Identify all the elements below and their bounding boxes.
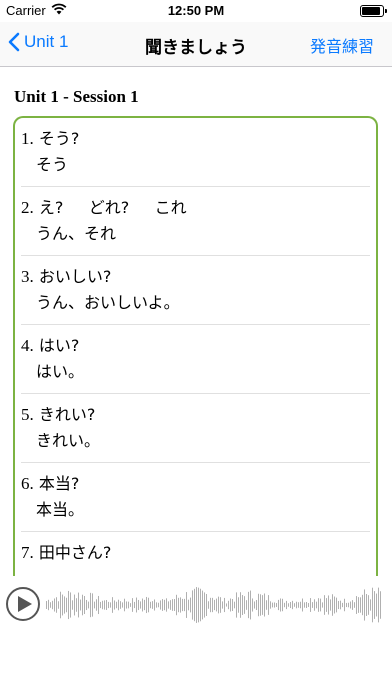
list-item[interactable]: 5. きれい? きれい。	[21, 394, 370, 463]
answer-text: きれい。	[36, 431, 101, 450]
answer-text: はい。	[36, 362, 85, 381]
status-time: 12:50 PM	[167, 3, 225, 18]
back-button[interactable]: Unit 1	[8, 32, 68, 52]
list-item[interactable]: 7. 田中さん?	[21, 532, 370, 576]
item-number: 6.	[21, 474, 34, 493]
play-button[interactable]	[6, 587, 40, 621]
question-text: 7. 田中さん?	[21, 539, 111, 563]
question-phrase: 本当?	[33, 474, 80, 493]
list-item[interactable]: 2. え? どれ? これ うん、それ	[21, 187, 370, 256]
question-text: 4. はい?	[21, 332, 79, 356]
status-bar: Carrier 12:50 PM	[0, 0, 392, 22]
question-phrase: はい?	[33, 336, 80, 355]
list-item[interactable]: 6. 本当? 本当。	[21, 463, 370, 532]
navigation-bar: Unit 1 聞きましょう 発音練習	[0, 22, 392, 67]
answer-text: そう	[36, 155, 69, 174]
question-phrase: おいしい?	[33, 267, 112, 286]
phrase-list[interactable]: 1. そう? そう 2. え? どれ? これ うん、それ 3. おいしい? うん、おいしい…	[13, 116, 378, 576]
back-button-label: Unit 1	[24, 32, 69, 51]
item-number: 4.	[21, 336, 34, 355]
question-phrase: きれい?	[33, 405, 96, 424]
play-icon	[18, 596, 32, 612]
battery-fill	[362, 7, 380, 15]
chevron-left-icon	[8, 32, 20, 52]
item-number: 2.	[21, 198, 34, 217]
question-text: 2. え? どれ? これ	[21, 194, 187, 218]
pronunciation-practice-button[interactable]: 発音練習	[310, 33, 374, 57]
list-item[interactable]: 4. はい? はい。	[21, 325, 370, 394]
page-title: 聞きましょう	[145, 38, 247, 58]
item-number: 3.	[21, 267, 34, 286]
battery-icon	[360, 5, 387, 17]
answer-text: うん、おいしいよ。	[36, 293, 180, 312]
item-number: 1.	[21, 129, 34, 148]
answer-text: 本当。	[36, 500, 85, 519]
question-phrase: そう?	[33, 129, 80, 148]
question-text: 3. おいしい?	[21, 263, 111, 287]
section-title: Unit 1 - Session 1	[14, 87, 139, 106]
list-item[interactable]: 3. おいしい? うん、おいしいよ。	[21, 256, 370, 325]
item-number: 5.	[21, 405, 34, 424]
list-item[interactable]: 1. そう? そう	[21, 118, 370, 187]
audio-player	[0, 585, 392, 629]
question-text: 6. 本当?	[21, 470, 79, 494]
answer-text: うん、それ	[36, 224, 117, 243]
item-number: 7.	[21, 543, 34, 562]
question-text: 1. そう?	[21, 125, 79, 149]
question-text: 5. きれい?	[21, 401, 95, 425]
question-phrase: え? どれ? これ	[33, 198, 187, 217]
question-phrase: 田中さん?	[33, 543, 112, 562]
audio-waveform[interactable]	[46, 585, 384, 625]
